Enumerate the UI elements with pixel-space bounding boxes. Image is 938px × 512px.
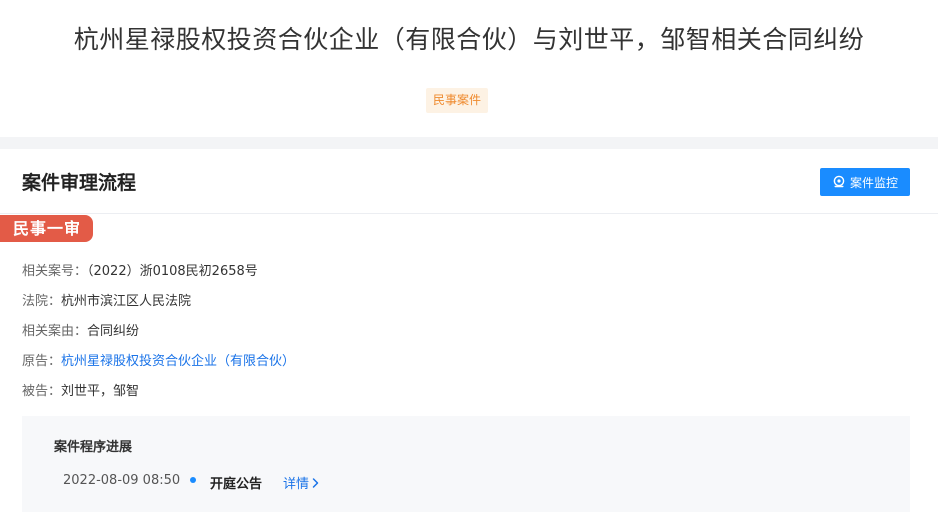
case-cause-value: 合同纠纷	[87, 324, 140, 339]
case-number-row: 相关案号：（2022）浙0108民初2658号	[22, 260, 258, 279]
defendant-value: 刘世平，邹智	[61, 384, 140, 399]
page-title: 杭州星禄股权投资合伙企业（有限合伙）与刘世平，邹智相关合同纠纷	[73, 25, 865, 54]
plaintiff-label: 原告：	[22, 354, 62, 369]
plaintiff-row: 原告：杭州星禄股权投资合伙企业（有限合伙）	[22, 350, 295, 369]
case-monitor-label: 案件监控	[849, 175, 898, 190]
court-row: 法院：杭州市滨江区人民法院	[22, 290, 191, 309]
plaintiff-link[interactable]: 杭州星禄股权投资合伙企业（有限合伙）	[61, 354, 295, 369]
case-type-badge: 民事案件	[426, 88, 489, 113]
location-pin-icon	[832, 175, 846, 189]
chevron-right-icon	[311, 477, 320, 489]
event-date: 2022-08-09 08:50	[63, 473, 181, 488]
case-cause-label: 相关案由：	[22, 324, 88, 339]
case-monitor-button[interactable]: 案件监控	[820, 168, 910, 196]
timeline-dot-icon	[190, 477, 196, 483]
case-header: 杭州星禄股权投资合伙企业（有限合伙）与刘世平，邹智相关合同纠纷 民事案件	[0, 0, 938, 137]
progress-title: 案件程序进展	[54, 440, 133, 455]
case-process-panel: 案件审理流程 案件监控 民事一审 相关案号：（2022）浙0108民初2658号…	[0, 149, 938, 512]
case-progress-box: 案件程序进展 2022-08-09 08:50 开庭公告 详情	[22, 416, 910, 512]
section-title: 案件审理流程	[22, 172, 137, 194]
event-detail-link[interactable]: 详情	[283, 473, 320, 492]
court-label: 法院：	[22, 294, 62, 309]
case-number-label: 相关案号：	[22, 264, 88, 279]
case-number-value: （2022）浙0108民初2658号	[87, 264, 258, 279]
defendant-label: 被告：	[22, 384, 62, 399]
event-name: 开庭公告	[210, 477, 263, 492]
stage-badge: 民事一审	[0, 215, 93, 242]
court-value: 杭州市滨江区人民法院	[61, 294, 192, 309]
event-detail-label: 详情	[283, 477, 310, 492]
case-cause-row: 相关案由：合同纠纷	[22, 320, 139, 339]
defendant-row: 被告：刘世平，邹智	[22, 380, 139, 399]
divider	[0, 213, 938, 214]
